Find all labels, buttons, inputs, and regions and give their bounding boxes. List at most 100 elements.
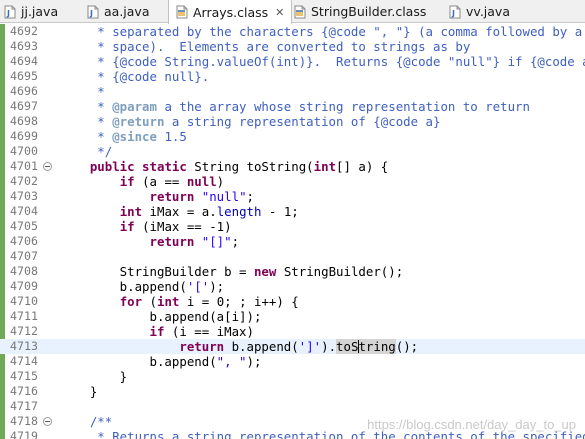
line-number: 4699 xyxy=(10,129,38,143)
line-number: 4695 xyxy=(10,69,38,83)
tab-stringbuilder-class[interactable]: StringBuilder.class xyxy=(293,0,426,23)
fold-toggle-icon[interactable] xyxy=(43,162,52,171)
code-text: */ xyxy=(60,144,113,159)
code-line[interactable]: 4694 * {@code String.valueOf(int)}. Retu… xyxy=(0,54,585,69)
code-text: for (int i = 0; ; i++) { xyxy=(119,294,299,309)
code-text: * @return a string representation of {@c… xyxy=(60,114,441,129)
line-number: 4710 xyxy=(10,294,38,308)
line-number: 4697 xyxy=(10,99,38,113)
line-number: 4706 xyxy=(10,234,38,248)
class-file-icon xyxy=(176,5,188,19)
code-line[interactable]: 4715 } xyxy=(0,369,585,384)
code-line[interactable]: 4710 for (int i = 0; ; i++) { xyxy=(0,294,585,309)
code-line[interactable]: 4696 * xyxy=(0,84,585,99)
code-text: b.append('['); xyxy=(60,279,225,294)
watermark-url: https://blog.csdn.net/day_day_to_up xyxy=(367,417,576,432)
code-text: * {@code String.valueOf(int)}. Returns {… xyxy=(60,54,585,69)
code-text: if (iMax == -1) xyxy=(119,219,232,234)
svg-text:J: J xyxy=(6,9,10,18)
close-tab-icon[interactable]: ✕ xyxy=(274,7,285,18)
line-number: 4703 xyxy=(10,189,38,203)
code-line[interactable]: 4698 * @return a string representation o… xyxy=(0,114,585,129)
code-text: * {@code null}. xyxy=(60,69,210,84)
code-text: * @since 1.5 xyxy=(60,129,187,144)
code-text: * space). Elements are converted to stri… xyxy=(60,39,471,54)
java-file-icon: J xyxy=(449,5,461,18)
code-line[interactable]: 4697 * @param a the array whose string r… xyxy=(0,99,585,114)
code-line[interactable]: 4717 xyxy=(0,399,585,414)
code-line[interactable]: 4714 b.append(", "); xyxy=(0,354,585,369)
tab-label: vv.java xyxy=(466,4,510,19)
code-text: return "null"; xyxy=(149,189,254,204)
code-text: b.append(", "); xyxy=(60,354,262,369)
tab-arrays-class[interactable]: Arrays.class ✕ xyxy=(168,0,293,24)
line-number: 4715 xyxy=(10,369,38,383)
tab-vv-java[interactable]: J vv.java xyxy=(448,0,510,23)
tab-label: Arrays.class xyxy=(193,4,269,20)
code-editor[interactable]: 4692 * separated by the characters {@cod… xyxy=(0,24,585,439)
svg-text:J: J xyxy=(451,9,455,18)
java-file-icon: J xyxy=(87,5,99,18)
line-number: 4709 xyxy=(10,279,38,293)
line-number: 4705 xyxy=(10,219,38,233)
code-text: * separated by the characters {@code ", … xyxy=(60,24,583,39)
tab-label: jj.java xyxy=(21,4,59,19)
fold-toggle-icon[interactable] xyxy=(43,417,52,426)
code-line[interactable]: 4707 xyxy=(0,249,585,264)
code-text: return "[]"; xyxy=(149,234,240,249)
line-number: 4717 xyxy=(10,399,38,413)
line-number: 4716 xyxy=(10,384,38,398)
code-text: public static String toString(int[] a) { xyxy=(89,159,389,174)
tab-jj-java[interactable]: J jj.java xyxy=(3,0,58,23)
line-number: 4694 xyxy=(10,54,38,68)
line-number: 4711 xyxy=(10,309,38,323)
line-number: 4713 xyxy=(10,339,38,353)
java-file-icon: J xyxy=(4,5,16,18)
code-line[interactable]: 4699 * @since 1.5 xyxy=(0,129,585,144)
code-line[interactable]: 4716 } xyxy=(0,384,585,399)
code-text: } xyxy=(60,384,98,399)
tab-aa-java[interactable]: J aa.java xyxy=(86,0,149,23)
code-line[interactable]: 4713 return b.append(']').toString(); xyxy=(0,339,585,354)
code-line[interactable]: 4705 if (iMax == -1) xyxy=(0,219,585,234)
line-number: 4707 xyxy=(10,249,38,263)
code-line[interactable]: 4700 */ xyxy=(0,144,585,159)
code-text: StringBuilder b = new StringBuilder(); xyxy=(60,264,404,279)
code-line[interactable]: 4695 * {@code null}. xyxy=(0,69,585,84)
code-line[interactable]: 4692 * separated by the characters {@cod… xyxy=(0,24,585,39)
code-line[interactable]: 4708 StringBuilder b = new StringBuilder… xyxy=(0,264,585,279)
code-text: * xyxy=(60,84,105,99)
line-number: 4702 xyxy=(10,174,38,188)
tab-label: StringBuilder.class xyxy=(311,4,427,19)
code-line[interactable]: 4701 public static String toString(int[]… xyxy=(0,159,585,174)
line-number: 4718 xyxy=(10,414,38,428)
editor-tab-bar: J jj.java J aa.java Arrays.class ✕ Strin… xyxy=(0,0,585,24)
line-number: 4704 xyxy=(10,204,38,218)
code-line[interactable]: 4706 return "[]"; xyxy=(0,234,585,249)
code-text: * @param a the array whose string repres… xyxy=(60,99,530,114)
code-line[interactable]: 4709 b.append('['); xyxy=(0,279,585,294)
code-line[interactable]: 4712 if (i == iMax) xyxy=(0,324,585,339)
code-text: if (a == null) xyxy=(119,174,225,189)
line-number: 4708 xyxy=(10,264,38,278)
line-number: 4700 xyxy=(10,144,38,158)
line-number: 4692 xyxy=(10,24,38,38)
line-number: 4712 xyxy=(10,324,38,338)
code-line[interactable]: 4704 int iMax = a.length - 1; xyxy=(0,204,585,219)
svg-text:J: J xyxy=(89,9,93,18)
line-number: 4719 xyxy=(10,429,38,439)
code-line[interactable]: 4702 if (a == null) xyxy=(0,174,585,189)
code-text: return b.append(']').toString(); xyxy=(179,339,419,354)
code-line[interactable]: 4703 return "null"; xyxy=(0,189,585,204)
code-text: int iMax = a.length - 1; xyxy=(119,204,299,219)
code-line[interactable]: 4693 * space). Elements are converted to… xyxy=(0,39,585,54)
code-text: b.append(a[i]); xyxy=(60,309,262,324)
class-file-icon xyxy=(294,5,306,18)
line-number: 4701 xyxy=(10,159,38,173)
code-line[interactable]: 4711 b.append(a[i]); xyxy=(0,309,585,324)
line-number: 4714 xyxy=(10,354,38,368)
code-text: } xyxy=(60,369,128,384)
code-text: if (i == iMax) xyxy=(149,324,254,339)
line-number: 4698 xyxy=(10,114,38,128)
line-number: 4693 xyxy=(10,39,38,53)
